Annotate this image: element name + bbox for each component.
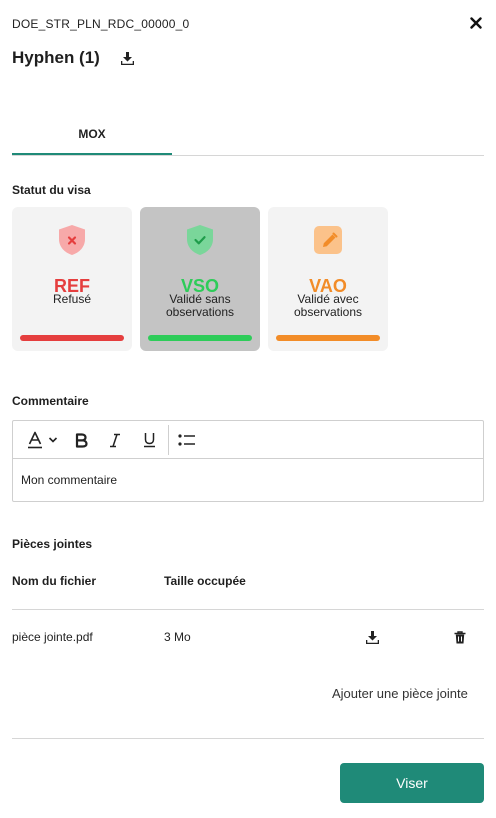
attachment-size: 3 Mo <box>164 630 191 644</box>
visa-option-vao[interactable]: VAO Validé avec observations <box>268 207 388 351</box>
active-tab-indicator <box>12 153 172 155</box>
shield-x-icon <box>59 225 85 255</box>
comment-section-label: Commentaire <box>12 394 89 408</box>
visa-label: Validé sans observations <box>165 292 235 319</box>
document-name: DOE_STR_PLN_RDC_00000_0 <box>12 17 190 31</box>
visa-label: Validé avec observations <box>293 292 363 319</box>
attachments-section-label: Pièces jointes <box>12 537 93 551</box>
table-divider <box>12 609 484 610</box>
editor-toolbar <box>13 421 483 459</box>
underline-icon <box>143 433 155 448</box>
text-color-dropdown[interactable] <box>23 428 61 452</box>
visa-color-bar <box>20 335 124 341</box>
comment-editor: Mon commentaire <box>12 420 484 502</box>
visa-section-label: Statut du visa <box>12 183 91 197</box>
download-icon <box>365 630 379 644</box>
visa-color-bar <box>276 335 380 341</box>
bullet-list-button[interactable] <box>177 428 197 452</box>
trash-icon <box>454 630 466 643</box>
tab-mox[interactable]: MOX <box>12 112 172 156</box>
submit-visa-button[interactable]: Viser <box>340 763 484 803</box>
bullet-list-icon <box>178 434 195 446</box>
visa-color-bar <box>148 335 252 341</box>
page-title: Hyphen (1) <box>12 48 100 67</box>
visa-option-ref[interactable]: REF Refusé <box>12 207 132 351</box>
shield-check-icon <box>187 225 213 255</box>
delete-attachment-button[interactable] <box>452 629 468 645</box>
italic-icon <box>110 433 120 447</box>
close-icon <box>470 17 482 29</box>
download-attachment-button[interactable] <box>364 629 380 645</box>
download-document-button[interactable] <box>120 49 136 67</box>
column-header-size: Taille occupée <box>164 574 246 588</box>
text-color-icon <box>27 431 42 449</box>
visa-option-vso[interactable]: VSO Validé sans observations <box>140 207 260 351</box>
close-button[interactable] <box>466 13 486 33</box>
tab-bar: MOX <box>12 112 484 156</box>
attachment-filename: pièce jointe.pdf <box>12 630 93 644</box>
title-row: Hyphen (1) <box>12 48 136 68</box>
toolbar-divider <box>168 425 169 455</box>
add-attachment-link[interactable]: Ajouter une pièce jointe <box>332 686 468 701</box>
bold-button[interactable] <box>71 428 91 452</box>
column-header-filename: Nom du fichier <box>12 574 97 588</box>
italic-button[interactable] <box>105 428 125 452</box>
pencil-icon <box>314 226 342 254</box>
visa-label: Refusé <box>52 292 92 306</box>
bold-icon <box>75 432 88 448</box>
footer-divider <box>12 738 484 739</box>
chevron-down-icon <box>48 437 57 443</box>
underline-button[interactable] <box>139 428 159 452</box>
download-icon <box>121 51 135 65</box>
comment-text-area[interactable]: Mon commentaire <box>21 473 117 487</box>
